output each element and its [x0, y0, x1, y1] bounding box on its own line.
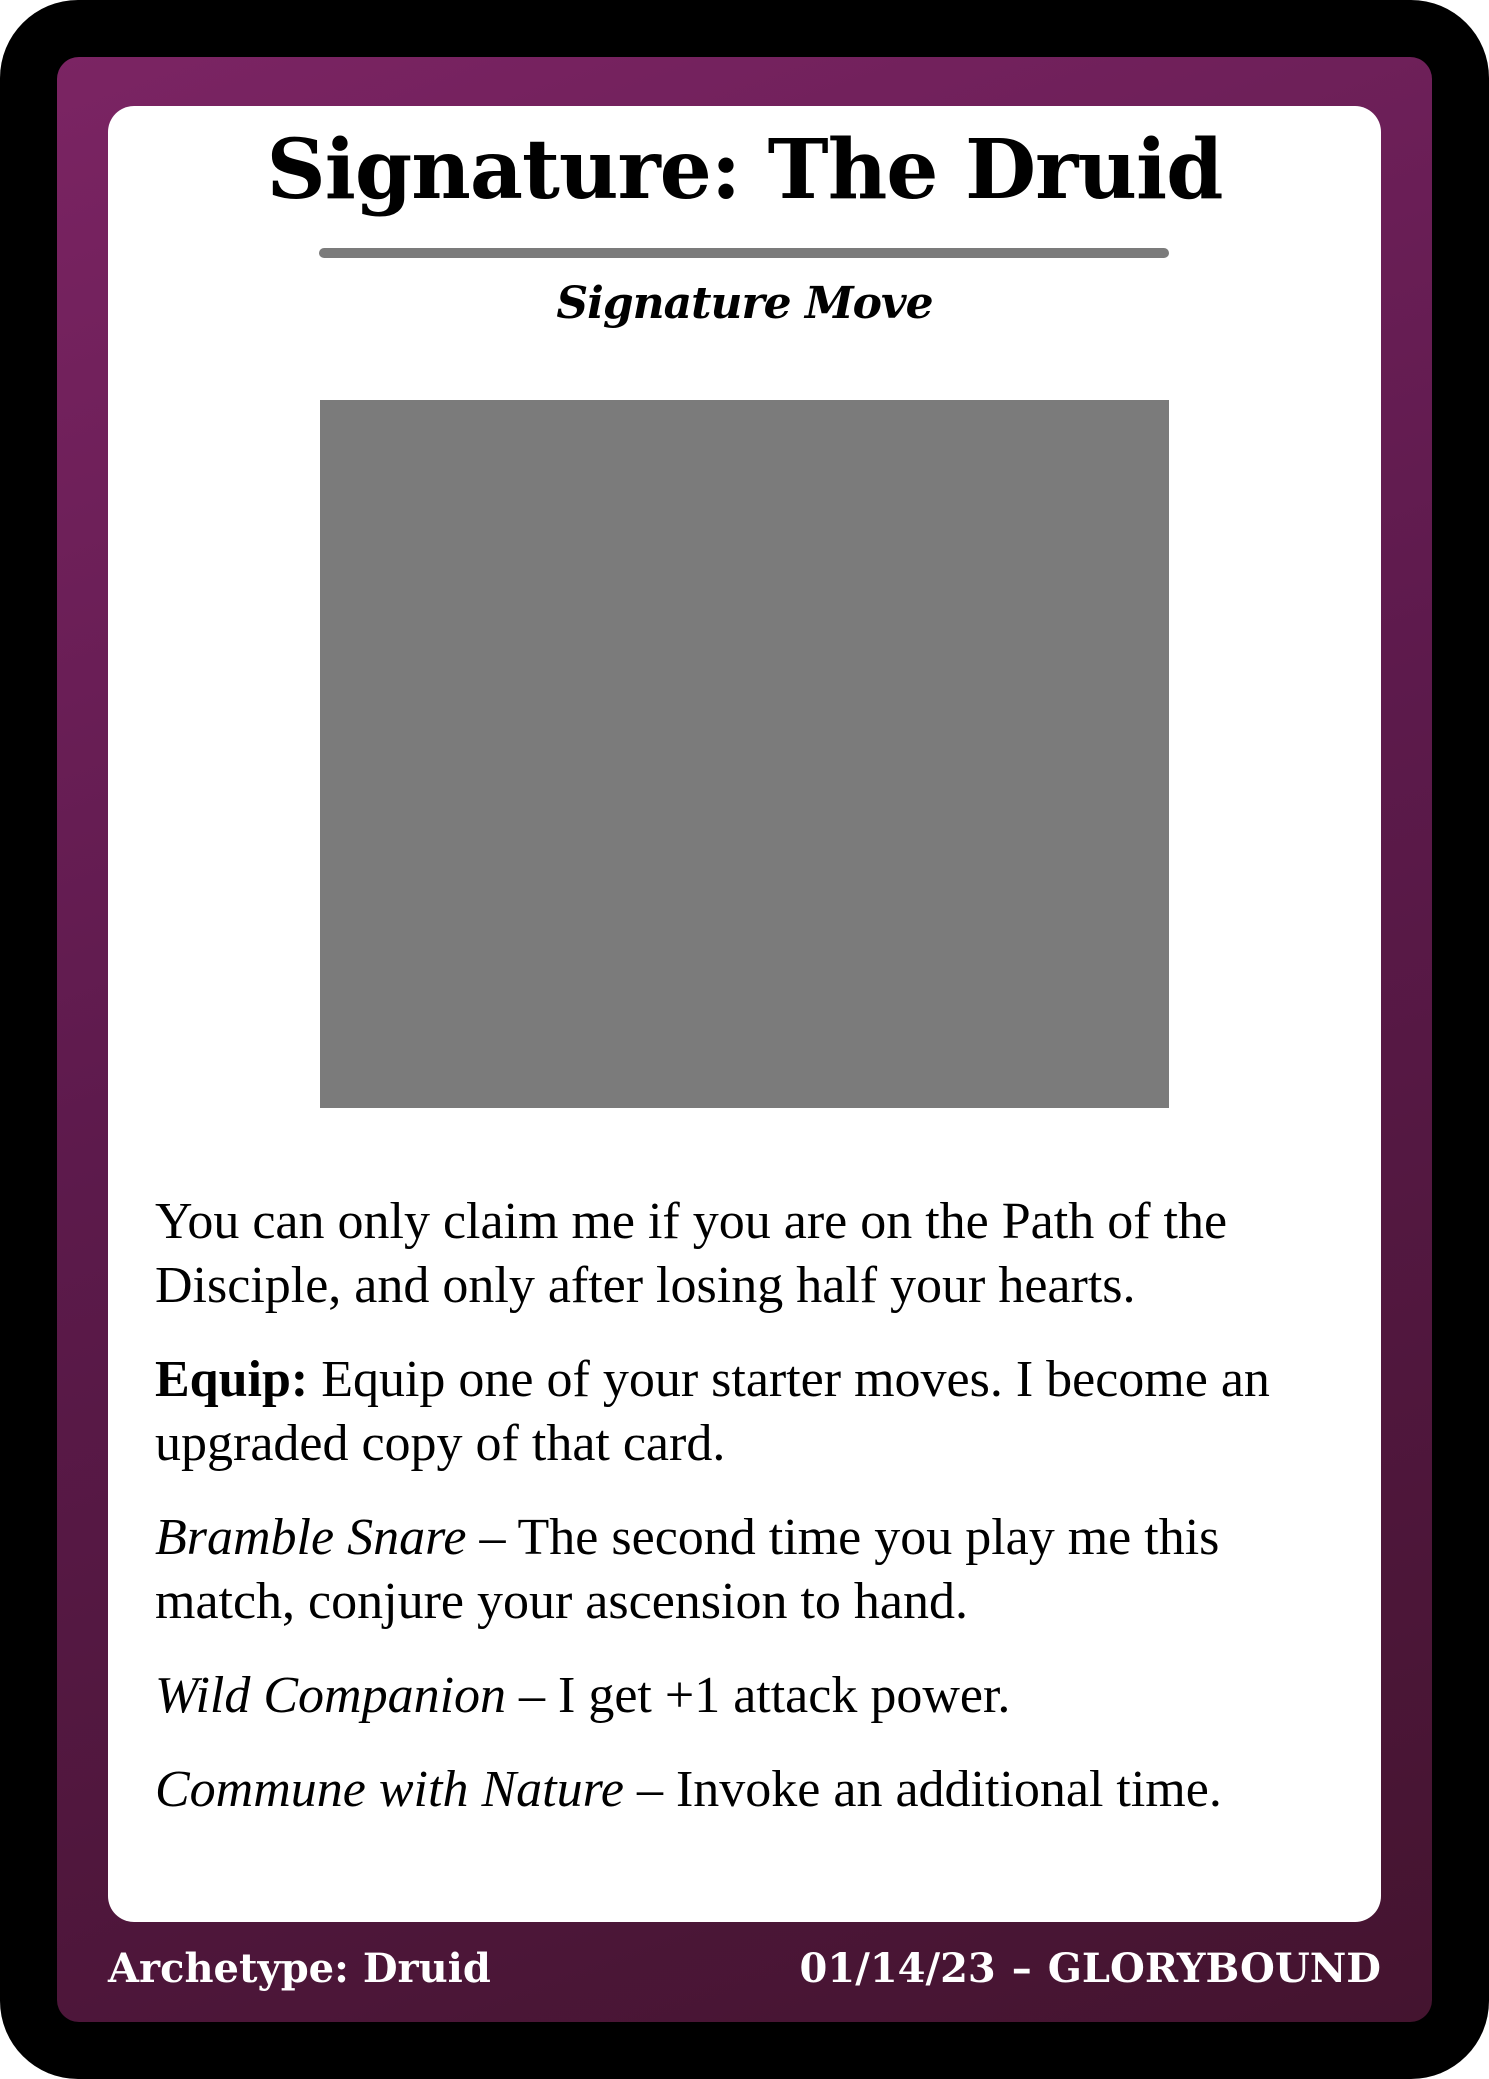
- footer-meta: 01/14/23– GLORYBOUND: [800, 1944, 1381, 1994]
- intro-paragraph: You can only claim me if you are on the …: [155, 1190, 1345, 1318]
- footer-archetype: Archetype: Druid: [108, 1945, 491, 1992]
- card-rules-text: You can only claim me if you are on the …: [155, 1190, 1345, 1852]
- ability-paragraph: Bramble Snare – The second time you play…: [155, 1506, 1345, 1634]
- footer-separator: –: [1011, 1945, 1032, 1992]
- ability-name: Bramble Snare: [155, 1509, 467, 1566]
- title-divider: [319, 248, 1169, 258]
- intro-text: You can only claim me if you are on the …: [155, 1193, 1228, 1314]
- footer-date: 01/14/23: [799, 1945, 996, 1992]
- card-art-placeholder: [320, 400, 1169, 1108]
- equip-paragraph: Equip: Equip one of your starter moves. …: [155, 1348, 1345, 1476]
- ability-text: – I get +1 attack power.: [506, 1667, 1011, 1724]
- ability-name: Commune with Nature: [155, 1761, 624, 1818]
- equip-keyword: Equip:: [155, 1351, 309, 1408]
- ability-name: Wild Companion: [155, 1667, 507, 1724]
- card-title: Signature: The Druid: [266, 122, 1224, 218]
- ability-text: – Invoke an additional time.: [623, 1761, 1222, 1818]
- card-subtitle: Signature Move: [556, 278, 933, 329]
- footer-brand: GLORYBOUND: [1047, 1945, 1381, 1992]
- ability-paragraph: Wild Companion – I get +1 attack power.: [155, 1664, 1345, 1728]
- ability-paragraph: Commune with Nature – Invoke an addition…: [155, 1758, 1345, 1822]
- equip-text: Equip one of your starter moves. I becom…: [155, 1351, 1270, 1472]
